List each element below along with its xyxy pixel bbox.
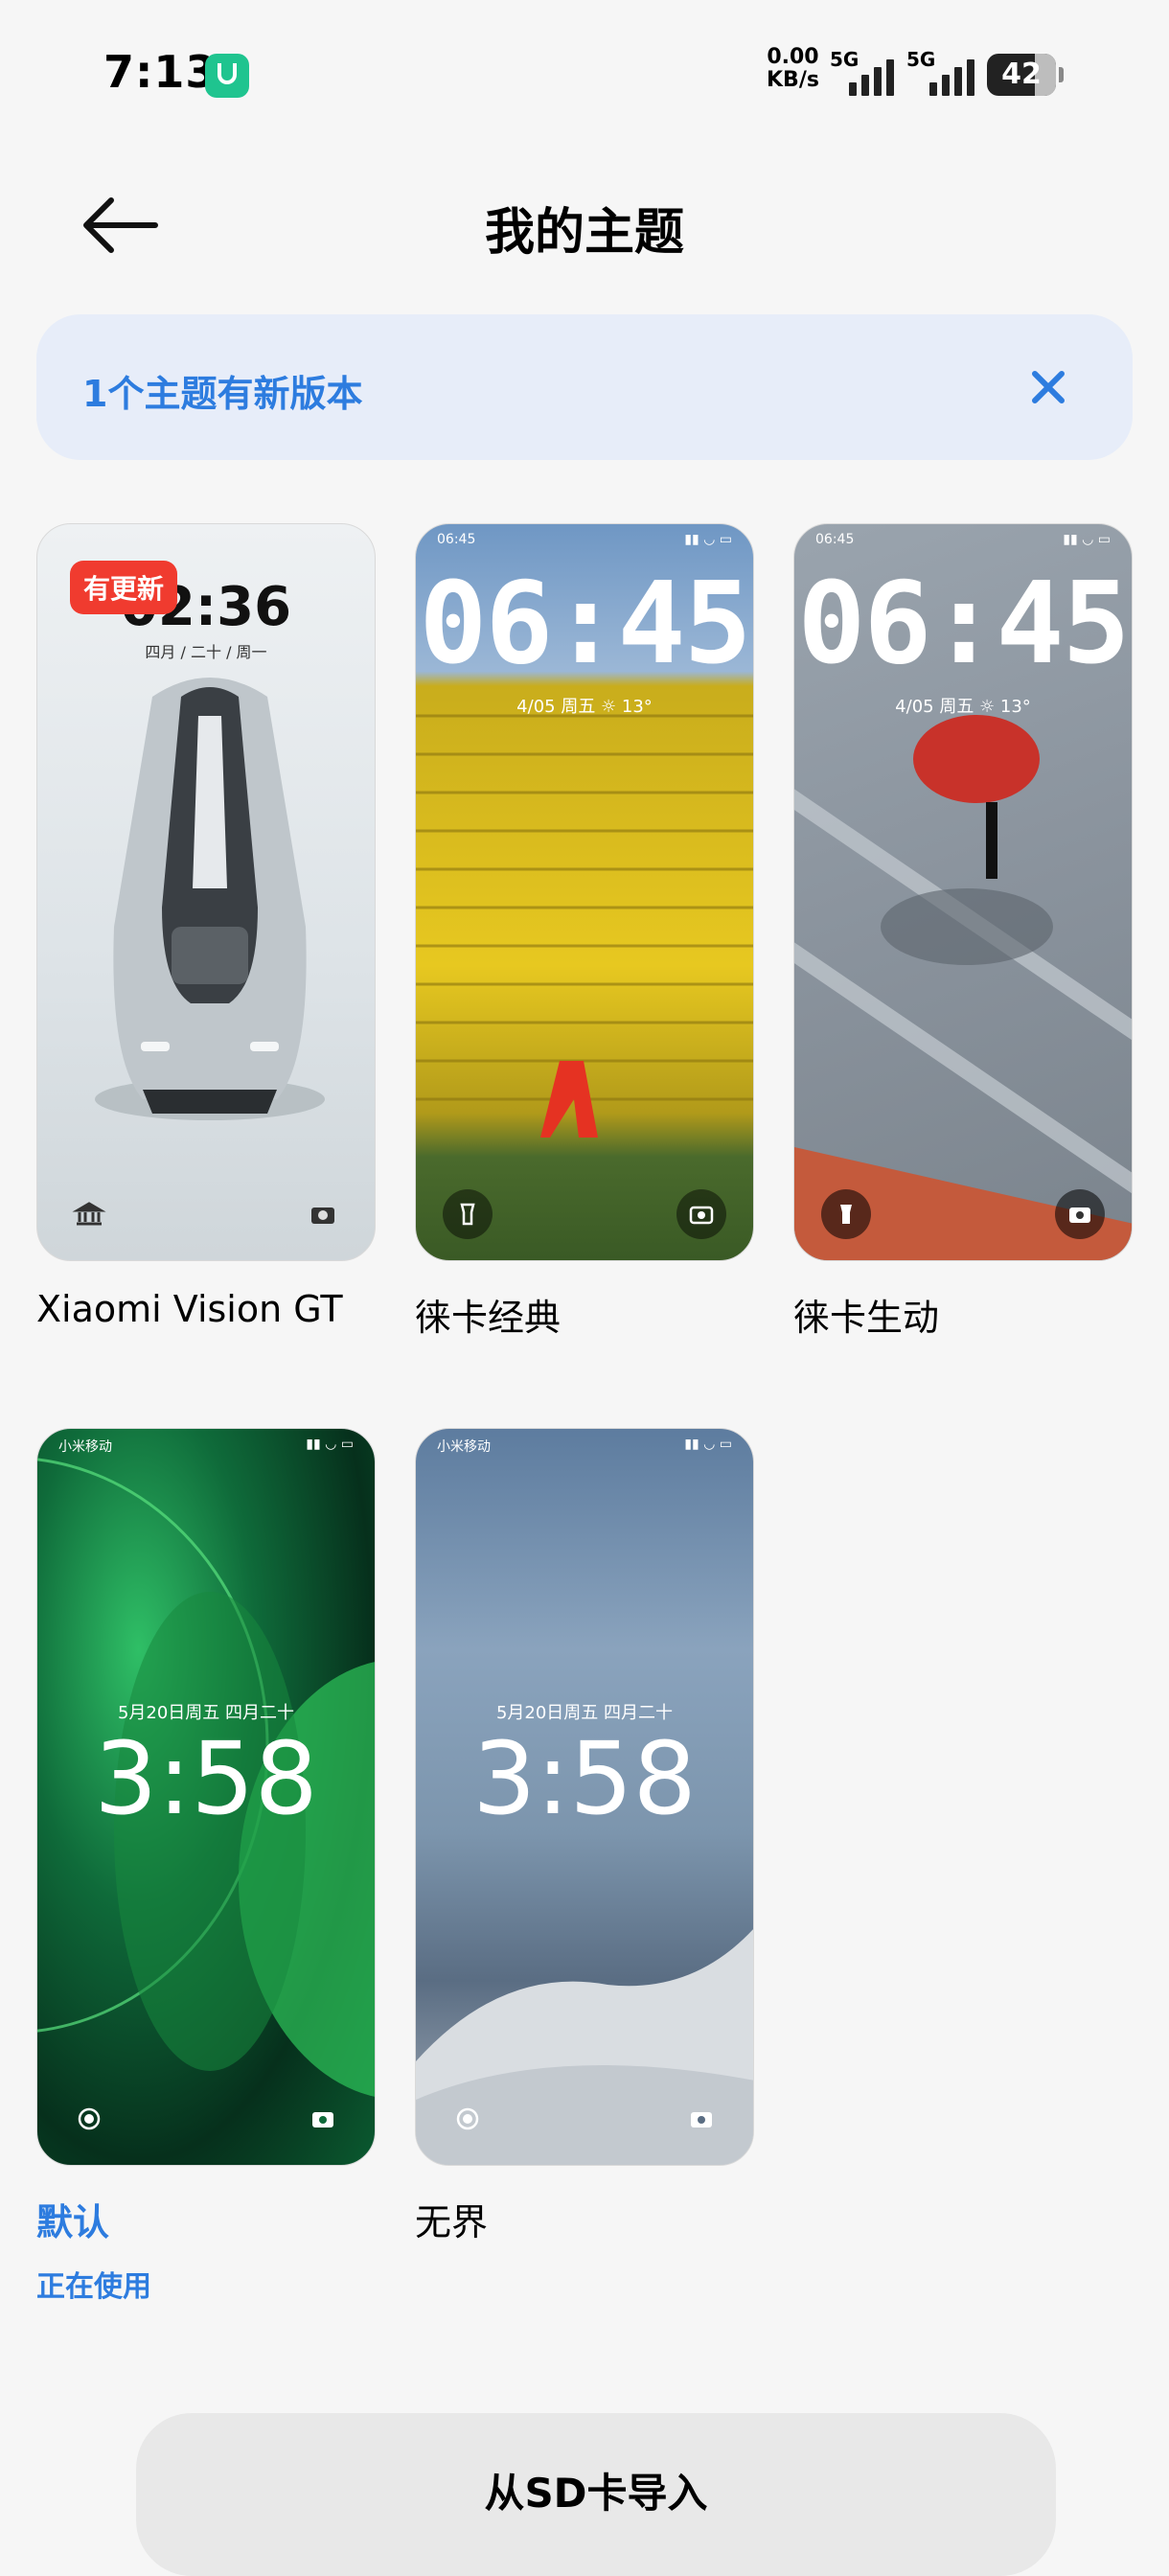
theme-name: 无界: [415, 2201, 489, 2243]
theme-name: Xiaomi Vision GT: [36, 1288, 343, 1330]
camera-icon: [1055, 1189, 1105, 1239]
signal-icon: [929, 56, 974, 96]
update-badge: 有更新: [70, 561, 178, 614]
preview-date: 4/05 周五 ☼ 13°: [516, 697, 653, 717]
network-speed-unit: KB/s: [767, 68, 819, 92]
record-icon: [443, 2094, 493, 2144]
preview-status-bar: 小米移动 ▮▮ ◡ ▭: [58, 1437, 354, 1455]
page-title: 我的主题: [484, 204, 684, 262]
theme-card[interactable]: 小米移动 ▮▮ ◡ ▭ 5月20日周五 四月二十 3:58 默认 正在使用: [36, 1428, 376, 2305]
theme-thumbnail[interactable]: 06:45 ▮▮ ◡ ▭ 06:45 4/05 周五 ☼ 13°: [793, 523, 1133, 1261]
theme-card[interactable]: 02:36 四月 / 二十 / 周一 有更新 Xiaomi Vision GT: [36, 523, 376, 1330]
theme-thumbnail[interactable]: 06:45 ▮▮ ◡ ▭ 06:45 4/05 周五 ☼ 13°: [415, 523, 754, 1261]
battery-icon: 42: [987, 54, 1064, 96]
preview-carrier: 小米移动: [58, 1439, 112, 1455]
camera-icon: [298, 2094, 348, 2144]
status-time: 7:13: [103, 46, 218, 98]
preview-carrier: 小米移动: [437, 1439, 491, 1455]
theme-name: 徕卡经典: [415, 1297, 562, 1339]
theme-card[interactable]: 06:45 ▮▮ ◡ ▭ 06:45 4/05 周五 ☼ 13° 徕卡经典: [415, 523, 754, 1341]
signal-icon: [849, 56, 894, 96]
theme-card[interactable]: 06:45 ▮▮ ◡ ▭ 06:45 4/05 周五 ☼ 13° 徕卡生动: [793, 523, 1133, 1341]
theme-thumbnail[interactable]: 小米移动 ▮▮ ◡ ▭ 5月20日周五 四月二十 3:58: [36, 1428, 376, 2166]
banner-close-button[interactable]: [1023, 362, 1073, 412]
camera-icon: [676, 1189, 726, 1239]
preview-clock: 06:45: [419, 557, 751, 689]
network-speed: 0.00 KB/s: [767, 46, 819, 92]
in-use-label: 正在使用: [36, 2270, 151, 2304]
theme-card[interactable]: 小米移动 ▮▮ ◡ ▭ 5月20日周五 四月二十 3:58 无界: [415, 1428, 754, 2245]
status-bar: 7:13 0.00 KB/s 5G 5G 42: [0, 0, 1169, 144]
preview-status-bar: 06:45 ▮▮ ◡ ▭: [815, 532, 1111, 547]
preview-clock: 3:58: [94, 1720, 318, 1837]
theme-name: 默认: [36, 2201, 110, 2243]
preview-date: 4/05 周五 ☼ 13°: [895, 697, 1031, 717]
preview-clock: 3:58: [472, 1720, 697, 1837]
preview-status-time: 06:45: [437, 532, 476, 547]
theme-thumbnail[interactable]: 02:36 四月 / 二十 / 周一 有更新: [36, 523, 376, 1261]
mi-home-app-icon: [205, 54, 249, 98]
flashlight-icon: [821, 1189, 871, 1239]
flashlight-icon: [443, 1189, 493, 1239]
network-speed-value: 0.00: [767, 45, 819, 69]
update-banner-text: 1个主题有新版本: [82, 373, 363, 415]
theme-thumbnail[interactable]: 小米移动 ▮▮ ◡ ▭ 5月20日周五 四月二十 3:58: [415, 1428, 754, 2166]
theme-name: 徕卡生动: [793, 1297, 940, 1339]
preview-status-time: 06:45: [815, 532, 855, 547]
camera-icon: [298, 1189, 348, 1239]
record-icon: [64, 2094, 114, 2144]
camera-icon: [676, 2094, 726, 2144]
import-from-sd-button[interactable]: 从SD卡导入: [136, 2413, 1056, 2576]
update-banner[interactable]: 1个主题有新版本: [36, 314, 1133, 460]
car-image: [95, 678, 325, 1120]
preview-status-bar: 06:45 ▮▮ ◡ ▭: [437, 532, 732, 547]
museum-icon: [64, 1189, 114, 1239]
preview-status-bar: 小米移动 ▮▮ ◡ ▭: [437, 1437, 732, 1455]
preview-clock: 06:45: [797, 557, 1130, 689]
import-button-label: 从SD卡导入: [484, 2470, 708, 2517]
close-icon: [1032, 371, 1065, 403]
battery-level: 42: [1001, 58, 1042, 91]
